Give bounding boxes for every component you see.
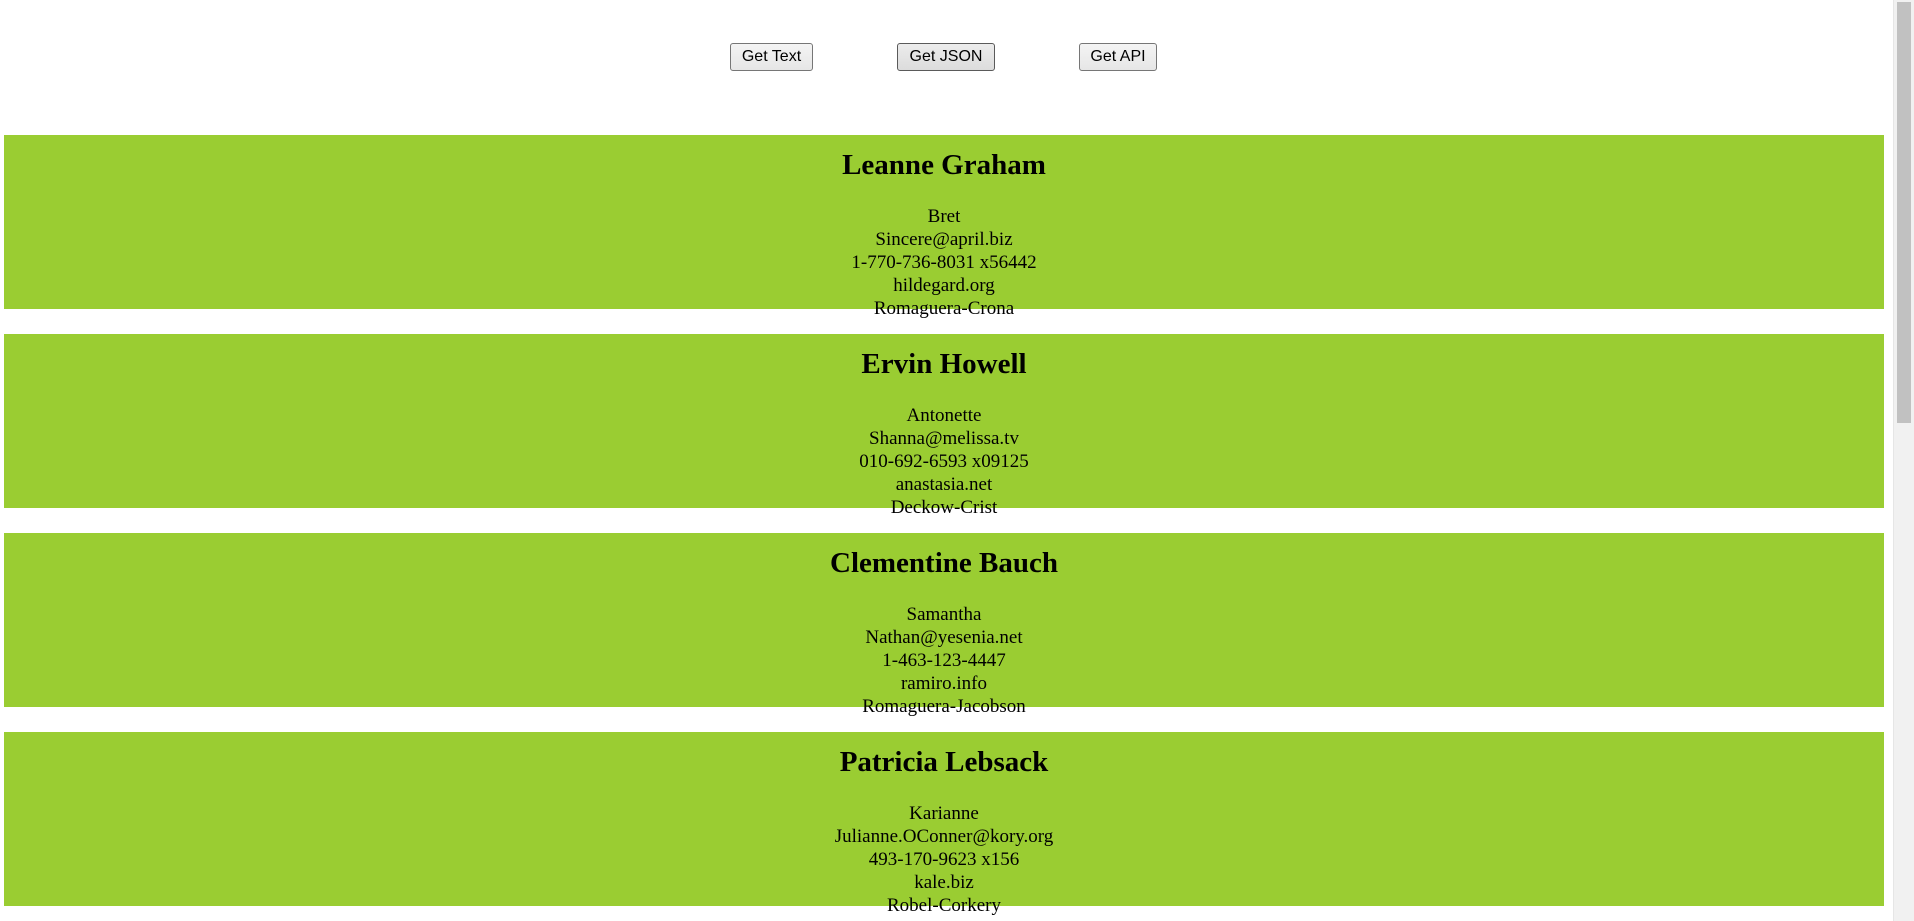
user-company: Romaguera-Crona [873,298,1015,319]
user-card: Clementine Bauch Samantha Nathan@yesenia… [4,533,1884,717]
user-email: Julianne.OConner@kory.org [834,826,1054,847]
user-name: Patricia Lebsack [839,746,1049,778]
vertical-scrollbar[interactable] [1893,0,1914,921]
user-email: Sincere@april.biz [875,229,1013,250]
user-username: Bret [927,206,961,227]
user-phone: 1-463-123-4447 [882,650,1006,671]
user-name: Clementine Bauch [830,547,1058,579]
user-username: Karianne [909,803,979,824]
user-username: Samantha [906,604,982,625]
get-json-button[interactable]: Get JSON [897,43,995,71]
user-website: kale.biz [914,872,974,893]
button-bar: Get Text Get JSON Get API [0,43,1893,71]
user-phone: 010-692-6593 x09125 [859,451,1029,472]
user-website: hildegard.org [893,275,995,296]
user-email: Shanna@melissa.tv [869,428,1019,449]
user-company: Romaguera-Jacobson [862,696,1026,717]
browser-viewport: Get Text Get JSON Get API Leanne Graham … [0,0,1914,921]
user-card: Leanne Graham Bret Sincere@april.biz 1-7… [4,135,1884,319]
user-name: Leanne Graham [842,149,1046,181]
user-username: Antonette [906,405,982,426]
get-api-button[interactable]: Get API [1079,43,1157,71]
user-phone: 1-770-736-8031 x56442 [851,252,1037,273]
user-name: Ervin Howell [861,348,1027,380]
user-company: Robel-Corkery [887,895,1001,916]
user-company: Deckow-Crist [890,497,998,518]
user-email: Nathan@yesenia.net [865,627,1023,648]
scrollbar-thumb[interactable] [1897,2,1911,423]
page-content: Get Text Get JSON Get API Leanne Graham … [0,0,1893,921]
user-phone: 493-170-9623 x156 [868,849,1020,870]
get-text-button[interactable]: Get Text [730,43,813,71]
user-card: Patricia Lebsack Karianne Julianne.OConn… [4,732,1884,916]
user-website: anastasia.net [895,474,993,495]
user-card: Ervin Howell Antonette Shanna@melissa.tv… [4,334,1884,518]
user-website: ramiro.info [900,673,987,694]
